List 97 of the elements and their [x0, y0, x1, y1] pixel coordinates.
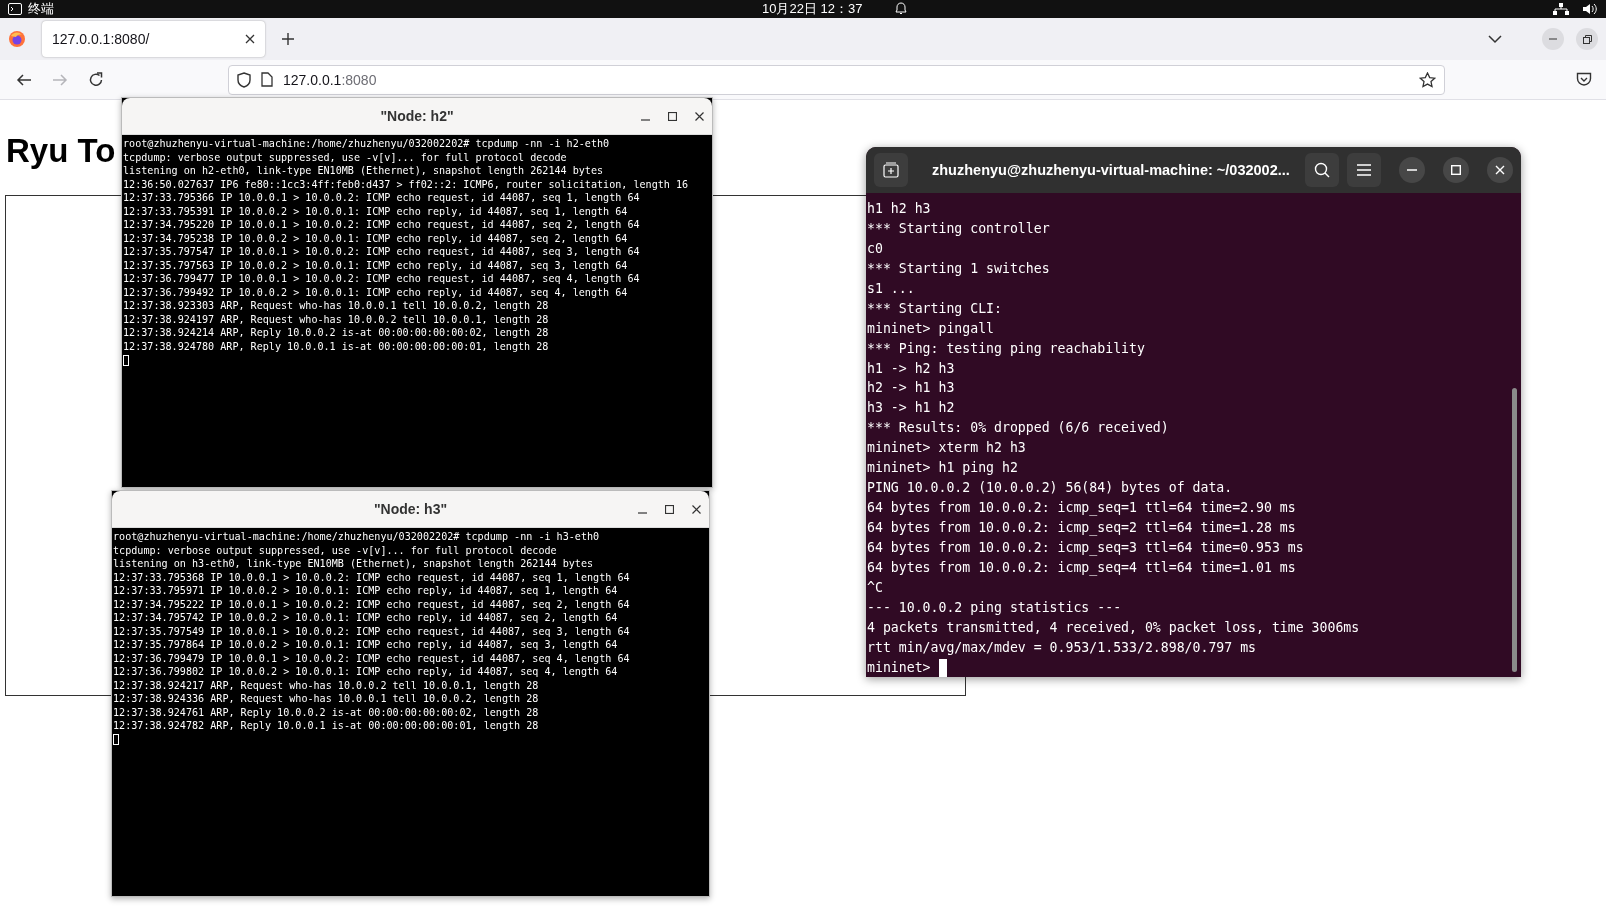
minimize-button[interactable]: [1399, 157, 1425, 183]
terminal-line: root@zhuzhenyu-virtual-machine:/home/zhuzhenyu/032002202# tcpdump -nn -i h2-eth0: [123, 137, 610, 151]
page-icon[interactable]: [261, 72, 273, 87]
terminal-line: 64 bytes from 10.0.0.2: icmp_seq=4 ttl=64 time=1.01 ms: [867, 558, 1296, 578]
minimize-icon: [1407, 169, 1417, 171]
terminal-line: h1 h2 h3: [867, 200, 931, 218]
new-tab-button[interactable]: [874, 153, 908, 187]
page-heading: Ryu To: [6, 131, 116, 171]
terminal-line: mininet> xterm h2 h3: [867, 439, 1026, 458]
terminal-line: h3 -> h1 h2: [867, 399, 955, 418]
terminal-line: 12:37:38.924197 ARP, Request who-has 10.0.0.2 tell 10.0.0.1, length 28: [123, 312, 549, 326]
minimize-icon: [1549, 38, 1557, 40]
app-label: 终端: [28, 0, 54, 18]
terminal-line: 12:37:36.799802 IP 10.0.0.2 > 10.0.0.1: ICMP echo reply, id 44087, seq 4, length 64: [113, 665, 618, 679]
terminal-line: mininet> pingall: [867, 319, 995, 338]
maximize-icon[interactable]: [668, 111, 677, 121]
terminal-line: 4 packets transmitted, 4 received, 0% packet loss, time 3006ms: [867, 618, 1360, 637]
terminal-line: mininet> h1 ping h2: [867, 459, 1018, 478]
plus-icon[interactable]: [281, 32, 295, 46]
terminal-line: 12:37:34.795238 IP 10.0.0.2 > 10.0.0.1: ICMP echo reply, id 44087, seq 2, length 64: [123, 231, 628, 245]
terminal-line: 12:37:35.797549 IP 10.0.0.1 > 10.0.0.2: ICMP echo request, id 44087, seq 3, length 64: [113, 624, 630, 638]
terminal-line: 12:37:36.799477 IP 10.0.0.1 > 10.0.0.2: ICMP echo request, id 44087, seq 4, length 64: [123, 272, 640, 286]
terminal-line: 12:37:34.795222 IP 10.0.0.1 > 10.0.0.2: ICMP echo request, id 44087, seq 2, length 64: [113, 597, 630, 611]
pocket-icon[interactable]: [1576, 72, 1592, 87]
terminal-line: 12:37:34.795220 IP 10.0.0.1 > 10.0.0.2: ICMP echo request, id 44087, seq 2, length 64: [123, 218, 640, 232]
terminal-line: 12:37:35.797864 IP 10.0.0.2 > 10.0.0.1: ICMP echo reply, id 44087, seq 3, length 64: [113, 638, 618, 652]
terminal-line: 12:37:35.797563 IP 10.0.0.2 > 10.0.0.1: ICMP echo reply, id 44087, seq 3, length 64: [123, 258, 628, 272]
maximize-button[interactable]: [1443, 157, 1469, 183]
terminal-line: 12:37:38.924217 ARP, Request who-has 10.0.0.2 tell 10.0.0.1, length 28: [113, 678, 539, 692]
restore-icon: [1582, 34, 1592, 44]
search-button[interactable]: [1305, 153, 1339, 187]
close-button[interactable]: [1487, 157, 1513, 183]
terminal-line: 12:37:38.924214 ARP, Reply 10.0.0.2 is-at 00:00:00:00:00:02, length 28: [123, 326, 549, 340]
terminal-line: *** Starting controller: [867, 219, 1050, 238]
scrollbar[interactable]: [1512, 388, 1517, 672]
url-text: 127.0.0.1:8080: [283, 71, 377, 88]
search-icon: [1314, 162, 1330, 178]
close-icon[interactable]: [245, 34, 255, 44]
reload-arrow-icon: [87, 70, 105, 89]
terminal-line: tcpdump: verbose output suppressed, use -v[v]... for full protocol decode: [113, 543, 557, 557]
window-title: "Node: h2": [380, 108, 454, 124]
terminal-line: 12:37:38.924782 ARP, Reply 10.0.0.1 is-at 00:00:00:00:00:01, length 28: [113, 719, 539, 733]
terminal-line: h1 -> h2 h3: [867, 359, 955, 378]
terminal-line: 12:37:33.795971 IP 10.0.0.2 > 10.0.0.1: ICMP echo reply, id 44087, seq 1, length 64: [113, 584, 618, 598]
terminal-line: tcpdump: verbose output suppressed, use -v[v]... for full protocol decode: [123, 150, 567, 164]
close-icon[interactable]: [692, 504, 701, 514]
terminal-line: s1 ...: [867, 279, 915, 298]
terminal-line: 12:37:34.795742 IP 10.0.0.2 > 10.0.0.1: ICMP echo reply, id 44087, seq 2, length 64: [113, 611, 618, 625]
terminal-line: 64 bytes from 10.0.0.2: icmp_seq=1 ttl=64 time=2.90 ms: [867, 499, 1296, 518]
bell-icon: [895, 2, 907, 15]
new-tab-icon: [883, 162, 899, 178]
terminal-line: PING 10.0.0.2 (10.0.0.2) 56(84) bytes of data.: [867, 479, 1233, 498]
menu-button[interactable]: [1347, 153, 1381, 187]
terminal-line: h2 -> h1 h3: [867, 379, 955, 398]
terminal-line: 12:37:38.924336 ARP, Request who-has 10.0.0.1 tell 10.0.0.2, length 28: [113, 692, 539, 706]
browser-logo-icon: [8, 30, 26, 48]
close-icon: [1495, 165, 1505, 175]
restore-button[interactable]: [1576, 28, 1598, 50]
window-title: "Node: h3": [373, 501, 448, 517]
terminal-line: 12:37:35.797547 IP 10.0.0.1 > 10.0.0.2: ICMP echo request, id 44087, seq 3, length 64: [123, 245, 640, 259]
terminal-line: *** Starting 1 switches: [867, 259, 1050, 278]
maximize-icon[interactable]: [665, 504, 674, 514]
window-title: zhuzhenyu@zhuzhenyu-virtual-machine: ~/032002...: [932, 162, 1291, 178]
terminal-line: 12:36:50.027637 IP6 fe80::1cc3:4ff:feb0:d437 > ff02::2: ICMP6, router solicitation, length 16: [123, 177, 689, 191]
browser-tab[interactable]: 127.0.0.1:8080/: [42, 21, 265, 57]
menu-icon: [1357, 164, 1371, 176]
terminal-line: 12:37:38.924761 ARP, Reply 10.0.0.2 is-at 00:00:00:00:00:02, length 28: [113, 705, 539, 719]
chevron-down-icon[interactable]: [1488, 34, 1502, 44]
terminal-line: *** Starting CLI:: [867, 299, 1002, 318]
speaker-icon[interactable]: [1583, 3, 1598, 15]
terminal-line: 12:37:36.799479 IP 10.0.0.1 > 10.0.0.2: ICMP echo request, id 44087, seq 4, length 64: [113, 651, 630, 665]
terminal-line: 12:37:38.923303 ARP, Request who-has 10.0.0.1 tell 10.0.0.2, length 28: [123, 299, 549, 313]
clock[interactable]: 10月22日 12：37: [762, 0, 863, 18]
terminal-line: 12:37:33.795368 IP 10.0.0.1 > 10.0.0.2: ICMP echo request, id 44087, seq 1, length 64: [113, 570, 630, 584]
terminal-icon[interactable]: [8, 3, 22, 15]
shield-icon[interactable]: [237, 71, 251, 88]
close-icon[interactable]: [695, 111, 704, 121]
address-bar[interactable]: 127.0.0.1:8080: [228, 64, 1445, 95]
terminal-line: 64 bytes from 10.0.0.2: icmp_seq=3 ttl=64 time=0.953 ms: [867, 538, 1304, 558]
terminal-line: rtt min/avg/max/mdev = 0.953/1.533/2.898/0.797 ms: [867, 638, 1257, 657]
terminal-line: listening on h2-eth0, link-type EN10MB (Ethernet), snapshot length 262144 bytes: [123, 164, 604, 178]
terminal-line: 12:37:36.799492 IP 10.0.0.2 > 10.0.0.1: ICMP echo reply, id 44087, seq 4, length 64: [123, 285, 628, 299]
terminal-line: 12:37:33.795366 IP 10.0.0.1 > 10.0.0.2: ICMP echo request, id 44087, seq 1, length 64: [123, 191, 640, 205]
terminal-line: 12:37:33.795391 IP 10.0.0.2 > 10.0.0.1: ICMP echo reply, id 44087, seq 1, length 64: [123, 204, 628, 218]
terminal-line: 12:37:38.924780 ARP, Reply 10.0.0.1 is-at 00:00:00:00:00:01, length 28: [123, 339, 549, 353]
terminal-line: ^C: [867, 578, 883, 597]
terminal-line: 64 bytes from 10.0.0.2: icmp_seq=2 ttl=64 time=1.28 ms: [867, 519, 1296, 538]
maximize-icon: [1451, 165, 1461, 175]
terminal-line: mininet>: [867, 658, 931, 677]
star-icon[interactable]: [1419, 71, 1436, 88]
terminal-line: --- 10.0.0.2 ping statistics ---: [867, 598, 1122, 617]
terminal-line: c0: [867, 239, 883, 258]
terminal-line: *** Ping: testing ping reachability: [867, 339, 1145, 358]
network-icon[interactable]: [1553, 3, 1569, 15]
terminal-line: listening on h3-eth0, link-type EN10MB (Ethernet), snapshot length 262144 bytes: [113, 557, 594, 571]
terminal-line: *** Results: 0% dropped (6/6 received): [867, 419, 1169, 438]
terminal-line: root@zhuzhenyu-virtual-machine:/home/zhuzhenyu/032002202# tcpdump -nn -i h3-eth0: [113, 530, 600, 544]
